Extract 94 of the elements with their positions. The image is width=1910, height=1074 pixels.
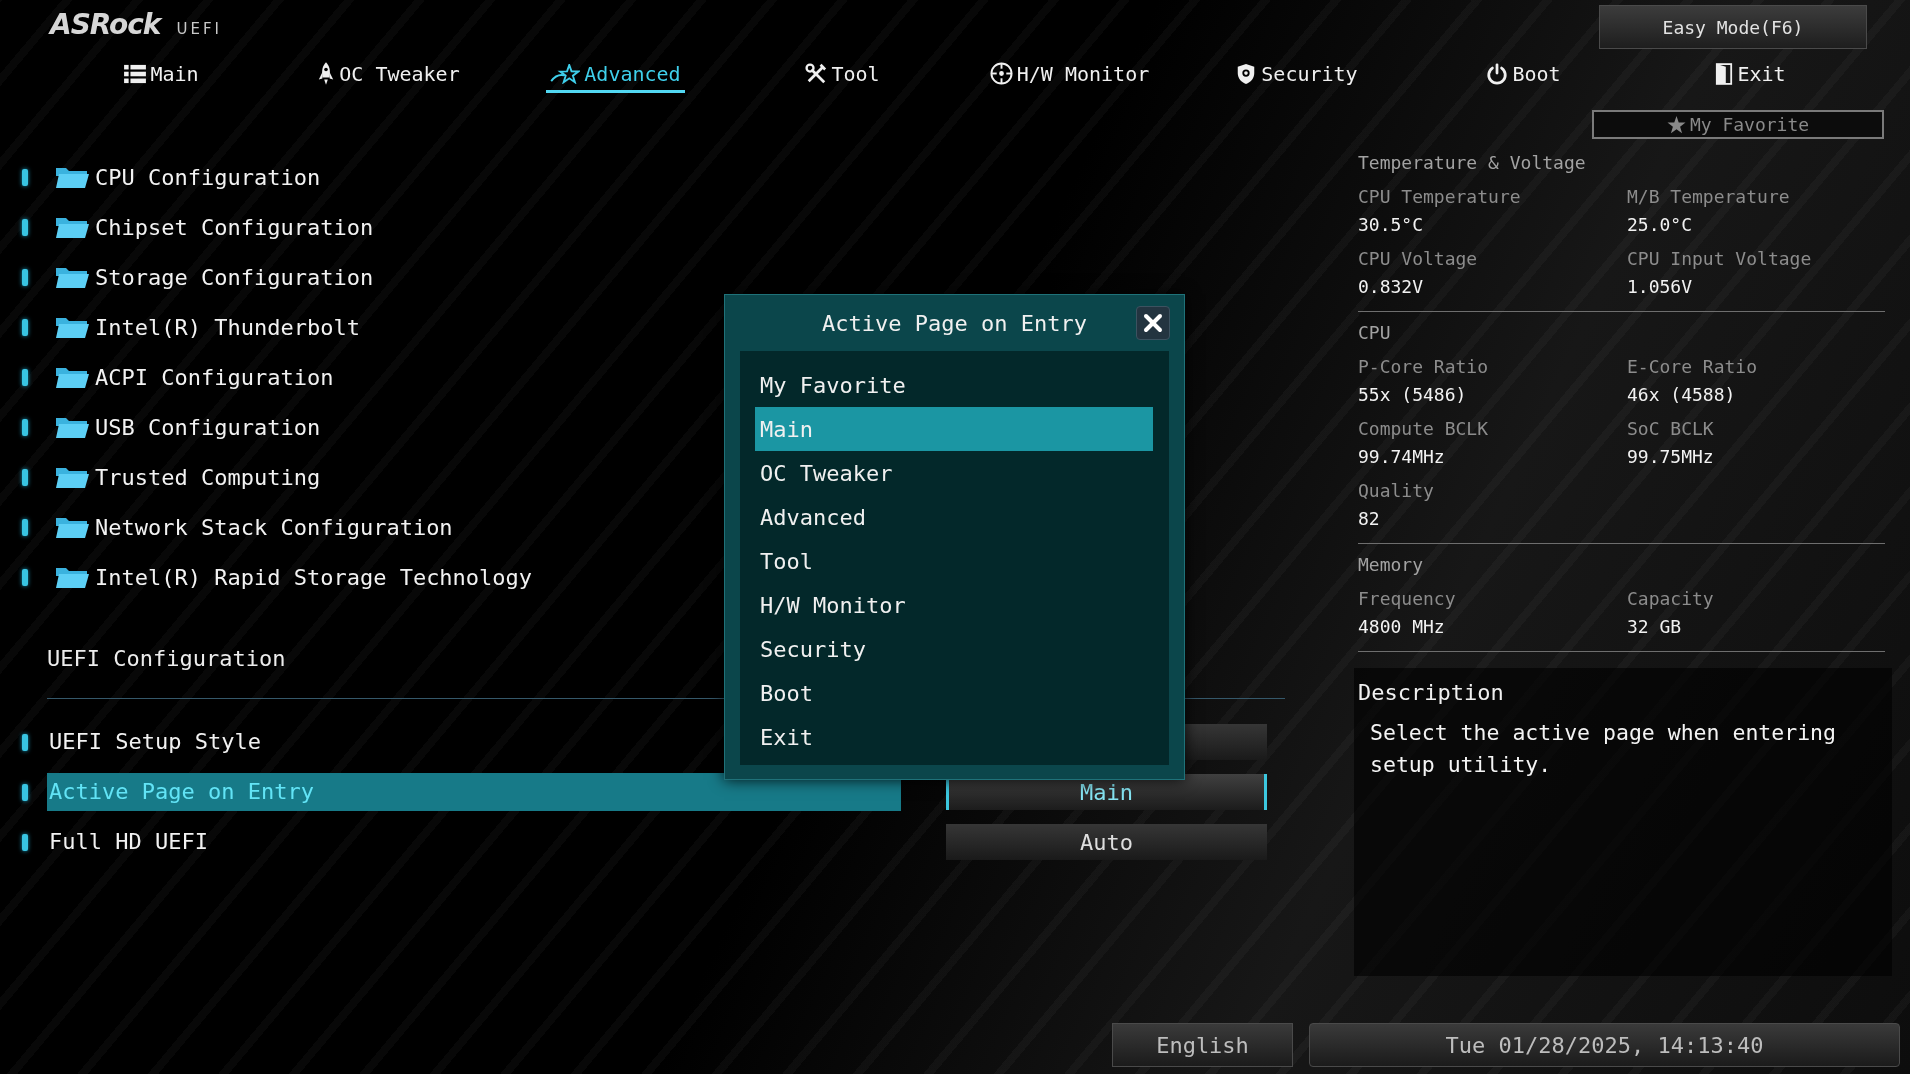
folder-icon xyxy=(55,215,89,239)
info-section-title: Temperature & Voltage xyxy=(1358,152,1586,173)
setting-label[interactable]: UEFI Setup Style xyxy=(47,723,263,761)
reading-label: E-Core Ratio xyxy=(1627,355,1759,379)
section-title: UEFI Configuration xyxy=(47,646,286,671)
description-text: Select the active page when entering setup utility. xyxy=(1370,719,1837,779)
nav-tab[interactable]: Advanced xyxy=(546,55,685,93)
folder-icon xyxy=(55,315,89,339)
rocket-icon xyxy=(317,61,336,86)
reading-value: 99.75MHz xyxy=(1627,445,1715,469)
crosshair-icon xyxy=(989,62,1013,85)
close-button[interactable] xyxy=(1136,306,1170,340)
reading-label: Frequency xyxy=(1358,587,1457,611)
popup-option[interactable]: My Favorite xyxy=(755,363,1153,407)
description-title: Description xyxy=(1358,679,1505,707)
logo-subtitle: UEFI xyxy=(176,20,222,38)
popup-option[interactable]: Boot xyxy=(755,671,1153,715)
menu-item[interactable]: Network Stack Configuration xyxy=(95,514,453,540)
item-marker-icon xyxy=(22,783,28,801)
popup-title: Active Page on Entry xyxy=(822,310,1087,336)
setting-value-selector[interactable]: Auto xyxy=(946,824,1267,860)
nav-tab[interactable]: Tool xyxy=(801,55,884,93)
reading-value: 99.74MHz xyxy=(1358,445,1446,469)
reading-label: Quality xyxy=(1358,479,1435,503)
item-marker-icon xyxy=(22,833,28,851)
item-marker-icon xyxy=(22,568,28,586)
reading-label: P-Core Ratio xyxy=(1358,355,1490,379)
folder-icon xyxy=(55,465,89,489)
item-marker-icon xyxy=(22,168,28,186)
door-icon xyxy=(1715,62,1734,85)
brand-logo: ASRock xyxy=(50,8,161,41)
folder-icon xyxy=(55,565,89,589)
item-marker-icon xyxy=(22,518,28,536)
menu-item[interactable]: Intel(R) Rapid Storage Technology xyxy=(95,564,533,590)
item-marker-icon xyxy=(22,733,28,751)
menu-item[interactable]: ACPI Configuration xyxy=(95,364,334,390)
popup-option[interactable]: Security xyxy=(755,627,1153,671)
popup-option[interactable]: Tool xyxy=(755,539,1153,583)
info-section-title: CPU xyxy=(1358,322,1391,343)
reading-value: 32 GB xyxy=(1627,615,1683,639)
reading-label: M/B Temperature xyxy=(1627,185,1791,209)
list-icon xyxy=(124,63,147,84)
popup-option[interactable]: H/W Monitor xyxy=(755,583,1153,627)
nav-tab[interactable]: Exit xyxy=(1711,55,1790,93)
reading-label: SoC BCLK xyxy=(1627,417,1715,441)
power-icon xyxy=(1486,62,1509,85)
close-icon xyxy=(1143,313,1163,333)
item-marker-icon xyxy=(22,318,28,336)
item-marker-icon xyxy=(22,218,28,236)
menu-item[interactable]: CPU Configuration xyxy=(95,164,321,190)
menu-item[interactable]: Intel(R) Thunderbolt xyxy=(95,314,360,340)
reading-label: Capacity xyxy=(1627,587,1715,611)
folder-icon xyxy=(55,165,89,189)
popup-option[interactable]: Exit xyxy=(755,715,1153,759)
reading-value: 1.056V xyxy=(1627,275,1694,299)
reading-value: 4800 MHz xyxy=(1358,615,1446,639)
item-marker-icon xyxy=(22,368,28,386)
reading-label: CPU Voltage xyxy=(1358,247,1479,271)
reading-label: CPU Input Voltage xyxy=(1627,247,1813,271)
menu-item[interactable]: Chipset Configuration xyxy=(95,214,374,240)
item-marker-icon xyxy=(22,418,28,436)
item-marker-icon xyxy=(22,268,28,286)
star-icon xyxy=(550,63,581,84)
reading-label: CPU Temperature xyxy=(1358,185,1522,209)
reading-label: Compute BCLK xyxy=(1358,417,1490,441)
folder-icon xyxy=(55,515,89,539)
date-time-display: Tue 01/28/2025, 14:13:40 xyxy=(1309,1023,1900,1067)
popup-option[interactable]: Advanced xyxy=(755,495,1153,539)
reading-value: 82 xyxy=(1358,507,1381,531)
reading-value: 0.832V xyxy=(1358,275,1425,299)
setting-label[interactable]: Full HD UEFI xyxy=(47,823,210,861)
my-favorite-button[interactable]: My Favorite xyxy=(1592,110,1884,139)
folder-icon xyxy=(55,415,89,439)
star-icon xyxy=(1666,115,1686,134)
item-marker-icon xyxy=(22,468,28,486)
menu-item[interactable]: Trusted Computing xyxy=(95,464,321,490)
language-button[interactable]: English xyxy=(1112,1023,1293,1067)
nav-tab[interactable]: Boot xyxy=(1482,55,1565,93)
reading-value: 46x (4588) xyxy=(1627,383,1737,407)
info-section-title: Memory xyxy=(1358,554,1424,575)
menu-item[interactable]: Storage Configuration xyxy=(95,264,374,290)
reading-value: 30.5°C xyxy=(1358,213,1425,237)
menu-item[interactable]: USB Configuration xyxy=(95,414,321,440)
folder-icon xyxy=(55,365,89,389)
reading-value: 25.0°C xyxy=(1627,213,1694,237)
nav-tab[interactable]: H/W Monitor xyxy=(985,55,1154,93)
tools-icon xyxy=(805,62,828,85)
popup-option[interactable]: OC Tweaker xyxy=(755,451,1153,495)
reading-value: 55x (5486) xyxy=(1358,383,1468,407)
easy-mode-button[interactable]: Easy Mode(F6) xyxy=(1599,5,1867,49)
nav-tab[interactable]: OC Tweaker xyxy=(313,55,464,93)
folder-icon xyxy=(55,265,89,289)
nav-tab[interactable]: Security xyxy=(1231,55,1362,93)
nav-tab[interactable]: Main xyxy=(120,55,203,93)
